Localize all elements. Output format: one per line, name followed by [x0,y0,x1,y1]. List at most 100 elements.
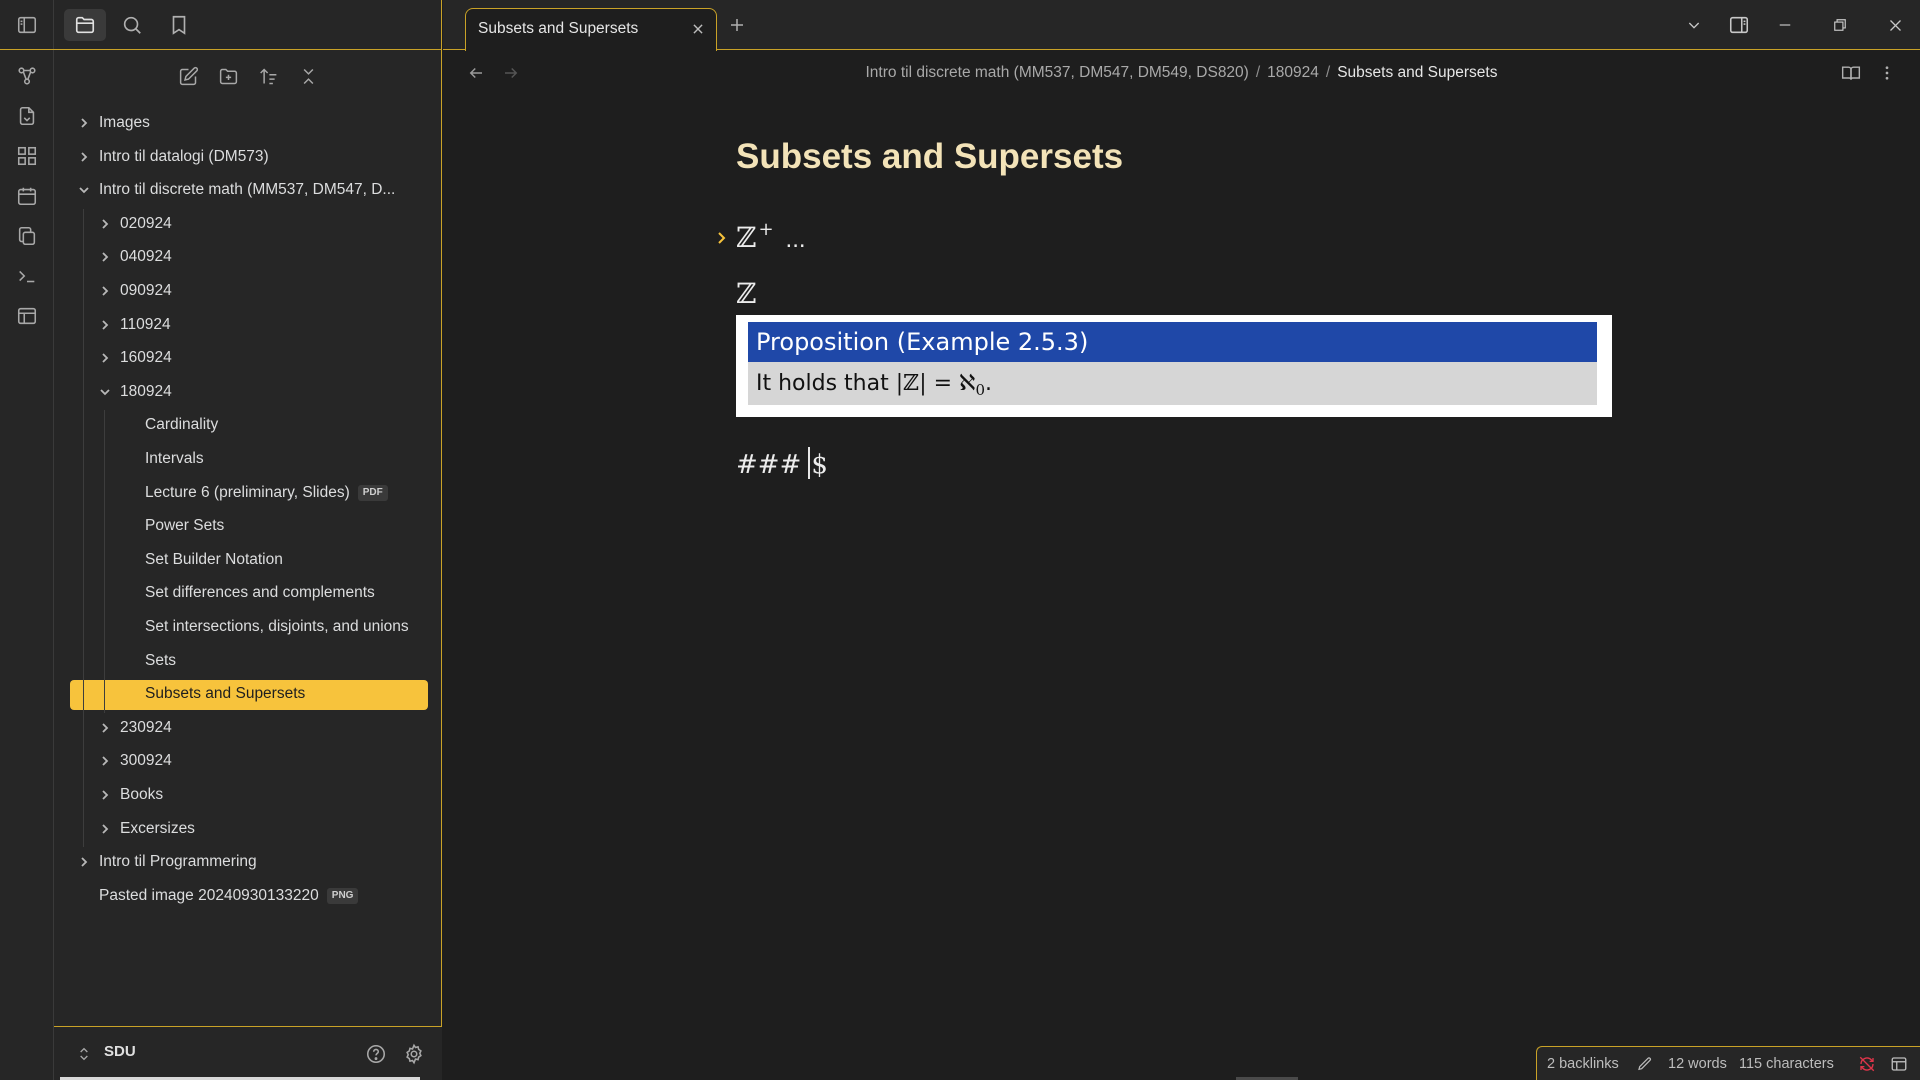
breadcrumb-separator: / [1255,64,1261,81]
title-bar: Subsets and Supersets [443,0,1920,51]
proposition-end: . [984,371,992,396]
vault-switch-icon[interactable] [71,1041,97,1067]
new-folder-icon[interactable] [215,63,241,89]
folder-images[interactable]: Images [54,108,442,138]
breadcrumb-current[interactable]: Subsets and Supersets [1337,64,1497,81]
folder-intro-til-datalogi-dm573[interactable]: Intro til datalogi (DM573) [54,142,442,172]
tree-item-label: 110924 [120,315,171,333]
file-explorer-sidebar: Images Intro til datalogi (DM573) Intro … [54,0,442,1080]
file-lecture-6-preliminary-slides[interactable]: Lecture 6 (preliminary, Slides) PDF [54,478,442,508]
new-tab-plus-icon[interactable] [725,13,749,37]
minimize-icon[interactable] [1771,12,1799,38]
file-set-differences-and-complements[interactable]: Set differences and complements [54,578,442,608]
settings-gear-icon[interactable] [401,1041,427,1067]
tree-item-label: Books [120,786,164,803]
tab-list-chevron-down-icon[interactable] [1680,12,1708,38]
folder-intro-til-discrete-math-mm537-dm547-d[interactable]: Intro til discrete math (MM537, DM547, D… [54,175,442,205]
chevron-right-icon[interactable] [97,276,113,306]
heading-superscript: + [758,219,774,240]
folder-020924[interactable]: 020924 [54,209,442,239]
vault-name[interactable]: SDU [104,1043,136,1060]
search-icon[interactable] [111,9,153,41]
folder-090924[interactable]: 090924 [54,276,442,306]
tree-item-label: Sets [145,651,177,669]
right-sidebar-toggle-icon[interactable] [1725,12,1753,38]
help-icon[interactable] [363,1041,389,1067]
tree-item-label: 040924 [120,248,172,266]
heading-z[interactable]: ℤ [736,277,756,310]
fold-chevron-right-icon[interactable] [715,228,729,248]
sort-icon[interactable] [255,63,281,89]
proposition-text: It holds that [756,371,889,396]
folder-110924[interactable]: 110924 [54,310,442,340]
backlinks-count[interactable]: 2 backlinks [1547,1056,1619,1072]
chevron-right-icon[interactable] [97,310,113,340]
folder-books[interactable]: Books [54,780,442,810]
chevron-right-icon[interactable] [76,847,92,877]
file-set-intersections-disjoints-and-unions[interactable]: Set intersections, disjoints, and unions [54,612,442,642]
chevron-right-icon[interactable] [97,242,113,272]
edit-pencil-icon[interactable] [1635,1054,1655,1074]
sync-off-icon[interactable] [1857,1054,1877,1074]
bookmark-icon[interactable] [158,9,200,41]
folder-180924[interactable]: 180924 [54,377,442,407]
tree-item-label: 020924 [120,214,172,232]
file-explorer-actions [54,60,442,92]
tree-item-label: 230924 [120,718,172,736]
heading-z-plus[interactable]: ℤ +... [736,219,806,254]
folder-icon[interactable] [64,9,106,41]
layout-table-icon[interactable] [1889,1054,1909,1074]
collapse-all-icon[interactable] [295,63,321,89]
chevron-right-icon[interactable] [97,713,113,743]
canvas-icon[interactable] [14,143,40,169]
chevron-right-icon[interactable] [97,746,113,776]
folder-160924[interactable]: 160924 [54,343,442,373]
file-intervals[interactable]: Intervals [54,444,442,474]
graph-icon[interactable] [14,63,40,89]
calendar-icon[interactable] [14,183,40,209]
chevron-right-icon[interactable] [97,814,113,844]
file-pasted-image-20240930133220[interactable]: Pasted image 20240930133220 PNG [54,881,442,911]
restore-window-icon[interactable] [1826,12,1854,38]
chevron-right-icon[interactable] [97,209,113,239]
breadcrumb-item[interactable]: 180924 [1267,64,1319,81]
file-set-builder-notation[interactable]: Set Builder Notation [54,545,442,575]
file-sets[interactable]: Sets [54,646,442,676]
folder-040924[interactable]: 040924 [54,242,442,272]
breadcrumb-item[interactable]: Intro til discrete math (MM537, DM547, D… [866,64,1249,81]
ribbon [0,0,54,1080]
note-title[interactable]: Subsets and Supersets [736,137,1123,177]
tab-title: Subsets and Supersets [478,20,639,37]
tree-item-label: Intro til discrete math (MM537, DM547, D… [99,181,396,199]
chevron-right-icon[interactable] [76,108,92,138]
table-icon[interactable] [14,303,40,329]
terminal-icon[interactable] [14,263,40,289]
sidebar-toggle-icon[interactable] [14,12,40,38]
chevron-down-icon[interactable] [97,377,113,407]
chevron-right-icon[interactable] [76,142,92,172]
editing-line[interactable]: ### $ [736,447,828,480]
import-icon[interactable] [14,103,40,129]
file-subsets-and-supersets[interactable]: Subsets and Supersets [54,679,442,711]
close-window-icon[interactable] [1881,12,1909,38]
file-cardinality[interactable]: Cardinality [54,410,442,440]
more-options-icon[interactable] [1875,61,1899,85]
tree-item-label: Cardinality [145,416,219,434]
close-icon[interactable] [688,19,708,39]
tree-item-label: Set differences and complements [145,584,375,602]
copy-icon[interactable] [14,223,40,249]
file-power-sets[interactable]: Power Sets [54,511,442,541]
reading-view-book-icon[interactable] [1839,61,1863,85]
new-note-icon[interactable] [175,63,201,89]
tab-subsets-and-supersets[interactable]: Subsets and Supersets [465,8,717,51]
chevron-down-icon[interactable] [76,175,92,205]
folder-230924[interactable]: 230924 [54,713,442,743]
folder-excersizes[interactable]: Excersizes [54,814,442,844]
chevron-right-icon[interactable] [97,780,113,810]
folder-intro-til-programmering[interactable]: Intro til Programmering [54,847,442,877]
embedded-image-proposition[interactable]: Proposition (Example 2.5.3) It holds tha… [736,315,1612,417]
folder-300924[interactable]: 300924 [54,746,442,776]
chevron-right-icon[interactable] [97,343,113,373]
indent-guide [104,410,105,713]
word-count: 12 words [1668,1056,1727,1072]
